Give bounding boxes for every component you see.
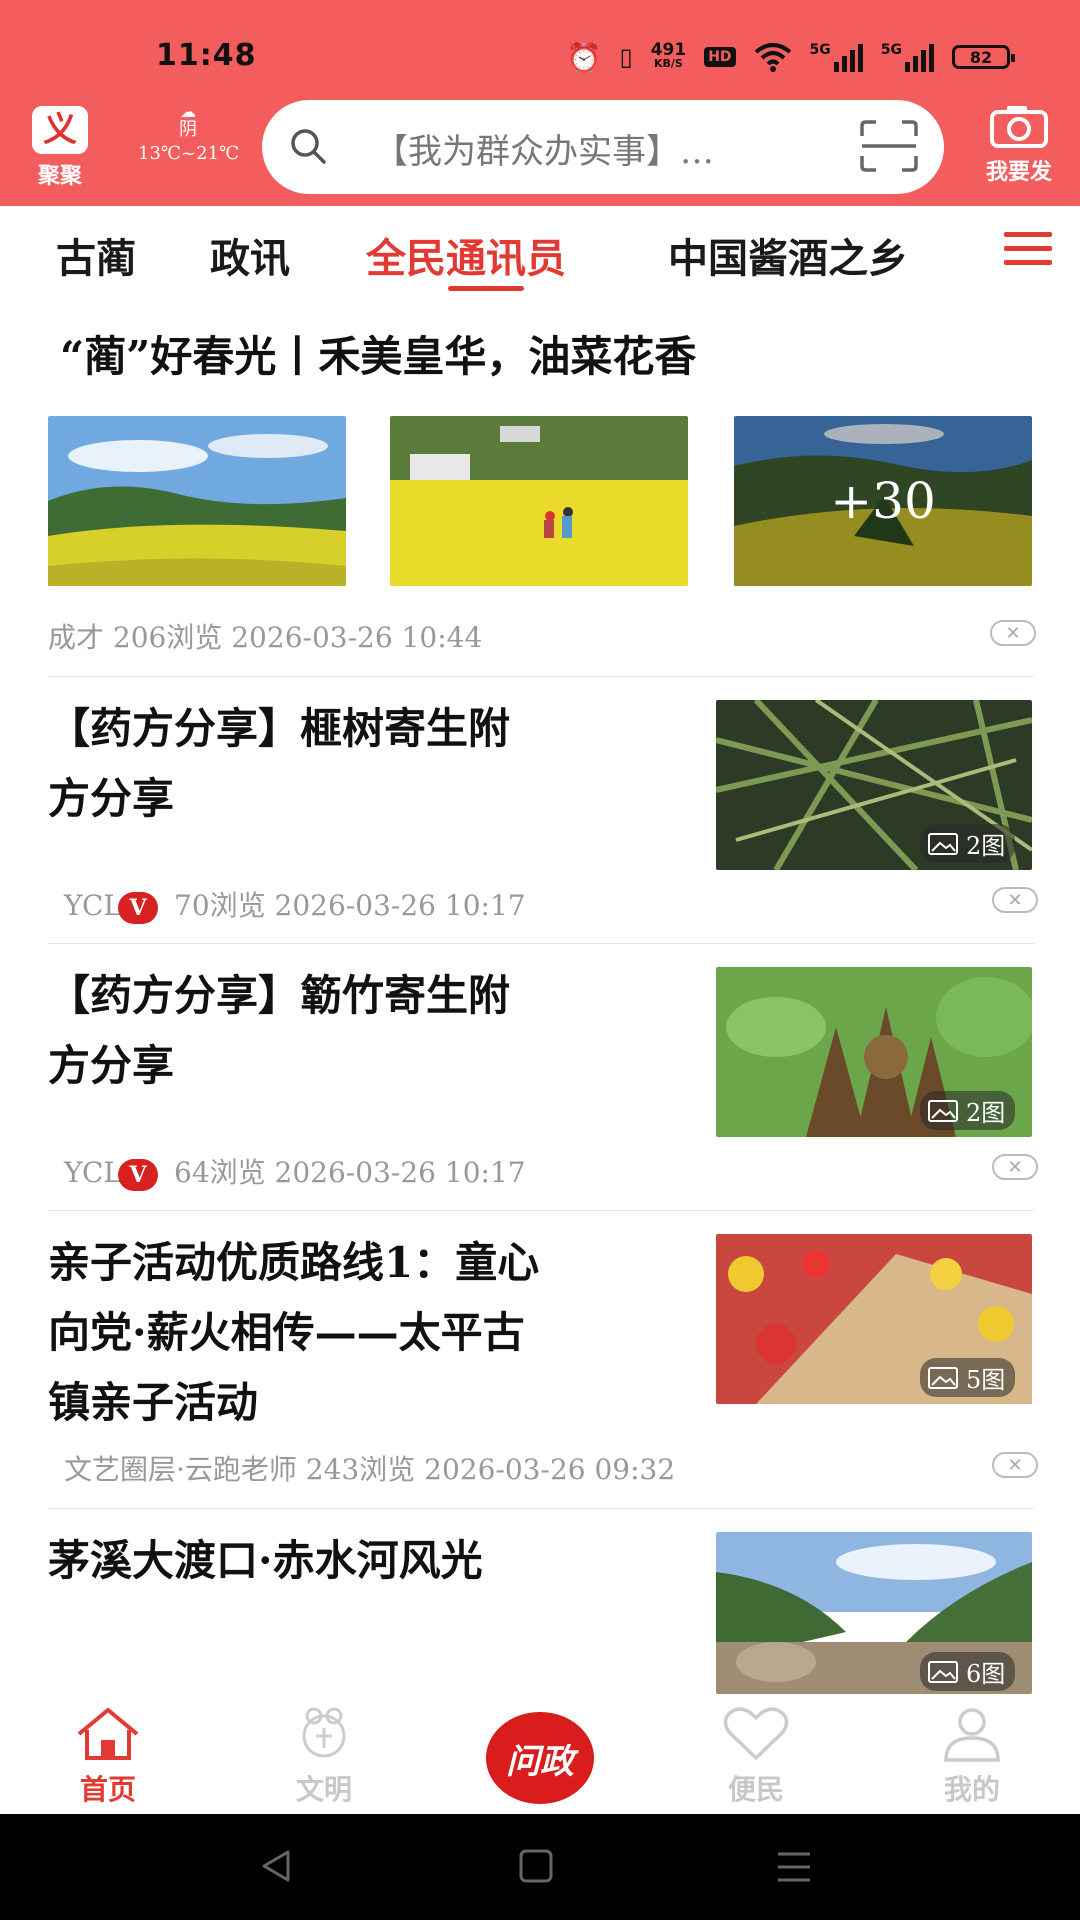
more-images-overlay: +30 <box>734 416 1032 586</box>
article-title: 亲子活动优质路线1：童心 向党·薪火相传——太平古 镇亲子活动 <box>48 1238 540 1427</box>
image-icon <box>928 832 958 855</box>
dismiss-icon[interactable]: ✕ <box>992 1452 1038 1478</box>
logo-badge-icon: 义 <box>32 106 88 154</box>
signal-5g-icon: 5G <box>810 42 863 72</box>
cloud-icon: ☁ <box>180 102 196 121</box>
logo-label: 聚聚 <box>37 163 82 189</box>
image-count-badge: 2图 <box>920 824 1016 863</box>
search-bar[interactable]: 【我为群众办实事】… <box>262 100 944 194</box>
dismiss-icon[interactable]: ✕ <box>992 887 1038 913</box>
article-thumbnail[interactable] <box>48 416 346 586</box>
tab-gulin[interactable]: 古蔺 <box>56 226 136 284</box>
tab-quanmin[interactable]: 全民通讯员 <box>366 226 566 284</box>
signal-5g-icon-2: 5G <box>881 42 934 72</box>
nav-home-label: 首页 <box>79 1773 136 1806</box>
app-logo[interactable]: 义 聚聚 <box>20 106 100 198</box>
hd-icon: HD <box>704 47 736 67</box>
weather-widget[interactable]: ☁ 阴 13℃~21℃ <box>138 102 240 166</box>
back-icon[interactable] <box>258 1848 294 1884</box>
dismiss-icon[interactable]: ✕ <box>990 620 1036 646</box>
dismiss-icon[interactable]: ✕ <box>992 1154 1038 1180</box>
verified-badge-icon: V <box>118 891 159 924</box>
nav-mine[interactable]: 我的 <box>912 1700 1032 1808</box>
status-icons: ⏰ ▯ 491 KB/S HD 5G 5G 82 <box>566 38 1015 76</box>
article-title: 茅溪大渡口·赤水河风光 <box>48 1536 483 1585</box>
app-header: 义 聚聚 ☁ 阴 13℃~21℃ 【我为群众办实事】… 我要发 <box>0 100 1080 206</box>
vibrate-icon: ▯ <box>619 43 633 71</box>
bottom-navigation: 首页 文明 问政 便民 我的 <box>0 1700 1080 1814</box>
scan-icon[interactable] <box>860 120 918 172</box>
tab-zhengxun[interactable]: 政讯 <box>210 226 290 284</box>
image-icon <box>928 1660 958 1683</box>
nav-service[interactable]: 便民 <box>696 1700 816 1808</box>
menu-icon[interactable] <box>1004 232 1052 272</box>
image-icon <box>928 1099 958 1122</box>
divider <box>48 943 1034 944</box>
nav-service-label: 便民 <box>727 1773 784 1806</box>
divider <box>48 676 1034 677</box>
channel-tabs: 古蔺 政讯 全民通讯员 中国酱酒之乡 <box>0 206 1080 298</box>
divider <box>48 1508 1034 1509</box>
status-time: 11:48 <box>156 38 257 73</box>
article-meta: 文艺圈层·云跑老师 243浏览 2026-03-26 09:32 <box>64 1453 676 1486</box>
article-meta: YCL V 70浏览 2026-03-26 10:17 <box>64 889 526 924</box>
civilization-icon <box>302 1707 346 1758</box>
nav-wenzheng-button[interactable]: 问政 <box>486 1712 594 1804</box>
network-speed: 491 KB/S <box>650 40 687 71</box>
nav-mine-label: 我的 <box>943 1773 1000 1806</box>
recent-apps-icon[interactable] <box>776 1850 812 1884</box>
divider <box>48 1210 1034 1211</box>
post-label: 我要发 <box>985 159 1052 185</box>
status-bar: 11:48 ⏰ ▯ 491 KB/S HD 5G 5G 82 <box>0 0 1080 100</box>
image-count-badge: 5图 <box>920 1358 1016 1397</box>
post-button[interactable]: 我要发 <box>974 104 1064 186</box>
home-button-icon[interactable] <box>518 1848 554 1884</box>
image-count-badge: 6图 <box>920 1652 1016 1691</box>
article-meta: YCL V 64浏览 2026-03-26 10:17 <box>64 1156 526 1191</box>
search-placeholder: 【我为群众办实事】… <box>374 132 714 172</box>
article-title: 【药方分享】榧树寄生附 方分享 <box>48 704 511 823</box>
battery-icon: 82 <box>952 45 1015 69</box>
article-meta: 成才 206浏览 2026-03-26 10:44 <box>48 621 483 654</box>
search-icon <box>291 129 326 164</box>
nav-civil-label: 文明 <box>295 1773 352 1806</box>
weather-temp: 13℃~21℃ <box>138 143 240 164</box>
article-title: “蔺”好春光丨禾美皇华，油菜花香 <box>60 332 697 381</box>
wifi-icon <box>754 43 791 72</box>
camera-icon <box>990 106 1048 148</box>
image-icon <box>928 1366 958 1389</box>
home-icon <box>77 1708 139 1760</box>
alarm-icon: ⏰ <box>566 40 602 74</box>
weather-condition: 阴 <box>179 119 197 140</box>
tab-jiangjiu[interactable]: 中国酱酒之乡 <box>668 226 908 284</box>
active-tab-indicator <box>448 286 524 291</box>
verified-badge-icon: V <box>118 1158 159 1191</box>
heart-icon <box>723 1707 789 1760</box>
nav-home[interactable]: 首页 <box>48 1700 168 1808</box>
system-navigation-bar <box>0 1814 1080 1920</box>
image-count-badge: 2图 <box>920 1091 1016 1130</box>
nav-civil[interactable]: 文明 <box>264 1700 384 1808</box>
article-thumbnail[interactable] <box>390 416 688 586</box>
user-icon <box>944 1708 1000 1762</box>
article-title: 【药方分享】簕竹寄生附 方分享 <box>48 971 511 1090</box>
